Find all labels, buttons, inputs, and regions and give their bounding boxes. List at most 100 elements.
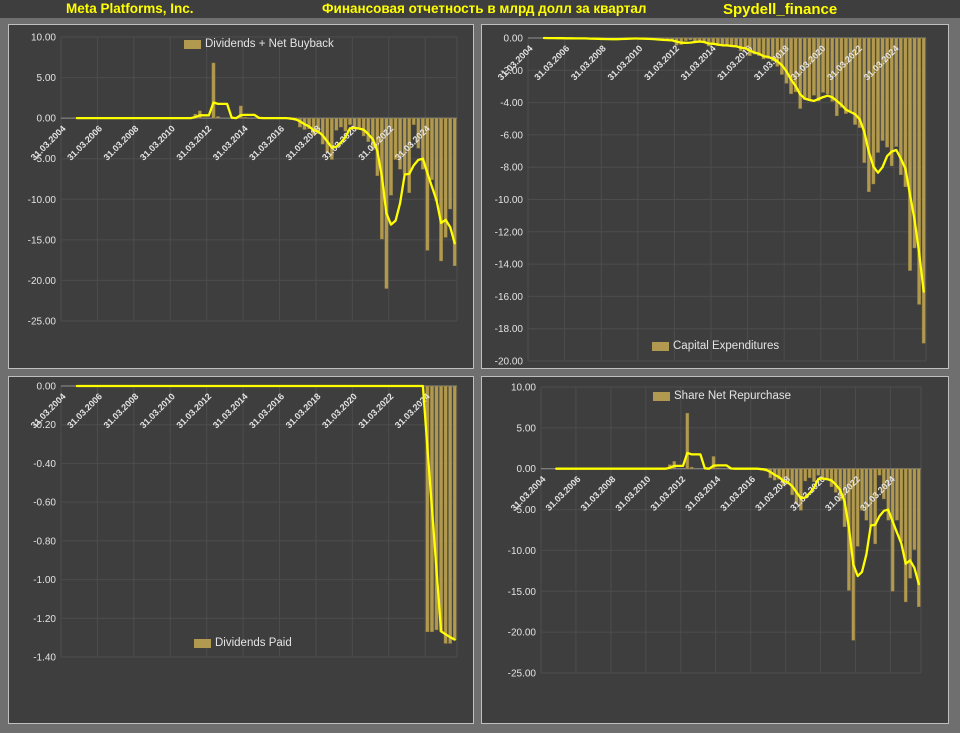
bar [878, 469, 881, 476]
y-tick-label: 0.00 [37, 382, 57, 393]
header-bar: Meta Platforms, Inc. Финансовая отчетнос… [0, 0, 960, 18]
bars [426, 386, 457, 643]
y-tick-label: -15.00 [508, 587, 537, 598]
y-tick-label: -20.00 [495, 357, 524, 368]
x-tick-label: 31.03.2008 [579, 474, 618, 513]
bar [830, 469, 833, 487]
bar [339, 118, 342, 127]
x-tick-label: 31.03.2012 [648, 474, 687, 513]
bar [874, 469, 877, 544]
y-tick-label: -6.00 [500, 130, 523, 141]
x-tick-label: 31.03.2012 [642, 43, 681, 82]
chart-dividends-net-buyback: 10.005.000.00-5.00-10.00-15.00-20.00-25.… [9, 25, 475, 370]
chart-panel-capital-expenditures: 0.00-2.00-4.00-6.00-8.00-10.00-12.00-14.… [481, 24, 949, 369]
bar [453, 386, 456, 640]
y-tick-label: -8.00 [500, 163, 523, 174]
legend-swatch [184, 40, 201, 49]
x-tick-label: 31.03.2014 [211, 123, 250, 162]
bar [716, 468, 719, 469]
y-tick-label: 0.00 [37, 114, 57, 125]
bar [216, 117, 219, 119]
bar [834, 469, 837, 493]
bar [812, 38, 815, 95]
bar [408, 118, 411, 193]
bar [689, 38, 692, 40]
x-tick-label: 31.03.2014 [683, 474, 722, 513]
x-tick-label: 31.03.2012 [174, 123, 213, 162]
bar [430, 118, 433, 180]
y-tick-label: 5.00 [517, 423, 537, 434]
company-title: Meta Platforms, Inc. [66, 1, 194, 16]
y-tick-label: 0.00 [504, 34, 524, 45]
y-tick-label: 10.00 [31, 33, 56, 44]
x-tick-label: 31.03.2006 [544, 474, 583, 513]
x-tick-label: 31.03.2010 [138, 123, 177, 162]
y-axis-labels: 10.005.000.00-5.00-10.00-15.00-20.00-25.… [28, 33, 57, 328]
legend-swatch [652, 342, 669, 351]
y-tick-label: -1.00 [33, 575, 56, 586]
bar [867, 38, 870, 192]
chart-panel-dividends-paid: 0.00-0.20-0.40-0.60-0.80-1.00-1.20-1.403… [8, 376, 474, 724]
bar [900, 469, 903, 542]
x-tick-label: 31.03.2010 [606, 43, 645, 82]
y-tick-label: -16.00 [495, 292, 524, 303]
bar [435, 118, 438, 201]
bar [686, 413, 689, 469]
legend: Dividends + Net Buyback [184, 38, 334, 50]
y-tick-label: -20.00 [508, 628, 537, 639]
legend: Share Net Repurchase [653, 390, 791, 402]
gridlines [528, 38, 926, 361]
chart-dividends-paid: 0.00-0.20-0.40-0.60-0.80-1.00-1.20-1.403… [9, 377, 475, 725]
bar [426, 118, 429, 250]
bars [668, 413, 920, 640]
bars [542, 38, 925, 343]
x-tick-label: 31.03.2008 [102, 123, 141, 162]
x-tick-label: 31.03.2008 [569, 43, 608, 82]
chart-panel-dividends-net-buyback: 10.005.000.00-5.00-10.00-15.00-20.00-25.… [8, 24, 474, 369]
y-tick-label: -25.00 [508, 669, 537, 680]
bar [439, 118, 442, 261]
bar [449, 118, 452, 209]
y-tick-label: -10.00 [28, 195, 57, 206]
bar [367, 118, 370, 142]
y-tick-label: -0.80 [33, 536, 56, 547]
bar [876, 38, 879, 153]
bar [244, 117, 247, 118]
brand-watermark: Spydell_finance [723, 1, 837, 18]
bar [767, 38, 770, 59]
legend: Capital Expenditures [652, 340, 779, 352]
bar [362, 118, 365, 136]
x-tick-label: 31.03.2006 [65, 123, 104, 162]
y-axis-labels: 0.00-2.00-4.00-6.00-8.00-10.00-12.00-14.… [495, 34, 524, 368]
bar [826, 38, 829, 94]
legend-label: Dividends + Net Buyback [205, 38, 334, 50]
bar [913, 469, 916, 550]
bar [863, 38, 866, 163]
bar [808, 469, 811, 478]
bar [895, 469, 898, 520]
y-tick-label: -4.00 [500, 98, 523, 109]
x-tick-label: 31.03.2010 [614, 474, 653, 513]
gridlines [61, 37, 457, 321]
chart-panel-share-net-repurchase: 10.005.000.00-5.00-10.00-15.00-20.00-25.… [481, 376, 949, 724]
bar [439, 386, 442, 632]
x-tick-label: 31.03.2016 [718, 474, 757, 513]
y-tick-label: -14.00 [495, 260, 524, 271]
y-tick-label: 10.00 [511, 383, 536, 394]
y-tick-label: -10.00 [495, 195, 524, 206]
bar [212, 63, 215, 118]
x-tick-label: 31.03.2016 [247, 123, 286, 162]
y-tick-label: -20.00 [28, 276, 57, 287]
bar [804, 469, 807, 481]
y-tick-label: -0.60 [33, 498, 56, 509]
legend-label: Capital Expenditures [673, 340, 779, 352]
legend-swatch [194, 639, 211, 648]
y-tick-label: -1.40 [33, 653, 56, 664]
bar [922, 38, 925, 343]
report-subtitle: Финансовая отчетность в млрд долл за ква… [322, 1, 647, 16]
x-tick-label: 31.03.2006 [532, 43, 571, 82]
y-tick-label: -25.00 [28, 317, 57, 328]
y-tick-label: 5.00 [37, 73, 57, 84]
y-tick-label: -1.20 [33, 614, 56, 625]
bar [789, 38, 792, 94]
